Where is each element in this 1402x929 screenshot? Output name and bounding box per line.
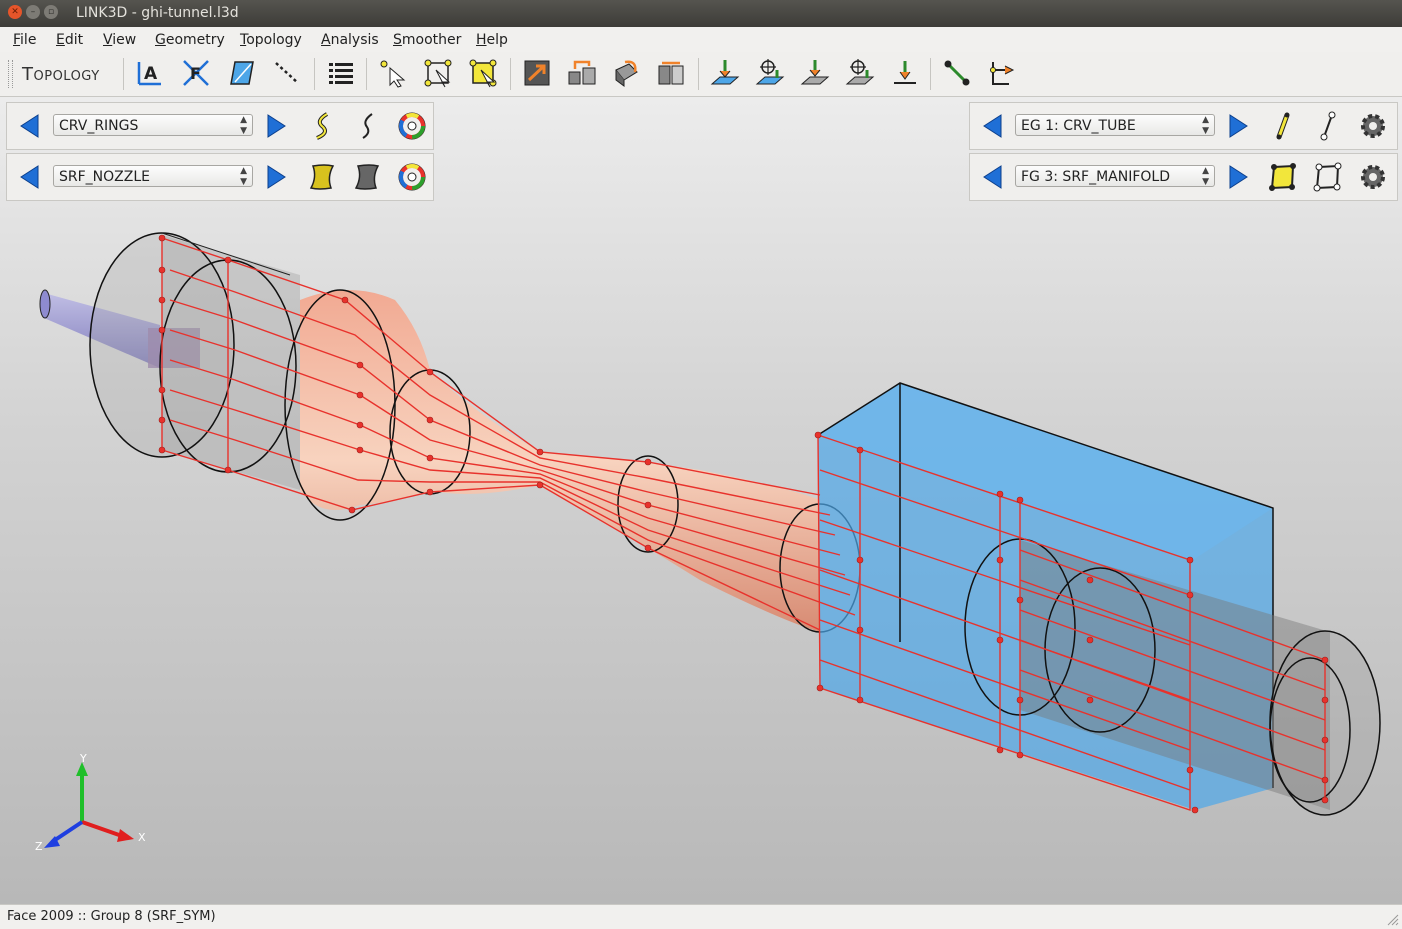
toolbar-grip[interactable] — [8, 60, 13, 88]
window-title: LINK3D - ghi-tunnel.l3d — [76, 5, 239, 21]
resize-grip-icon[interactable] — [1387, 914, 1399, 926]
prev-face-group-icon[interactable] — [978, 162, 1008, 192]
menu-file[interactable]: File — [13, 32, 36, 48]
menu-analysis[interactable]: Analysis — [321, 32, 379, 48]
menu-topology[interactable]: Topology — [240, 32, 302, 48]
axis-y-label: Y — [79, 752, 87, 765]
menu-smoother[interactable]: Smoother — [393, 32, 461, 48]
dropdown-arrow-icon[interactable]: ▲ ▼ — [240, 115, 247, 137]
close-window-button[interactable]: ✕ — [8, 5, 22, 19]
svg-text:F: F — [190, 64, 201, 83]
curve-yellow-icon[interactable] — [307, 111, 337, 141]
toolbar-label: Topology — [22, 64, 100, 85]
assign-a-icon[interactable]: A — [135, 58, 165, 88]
curve-black-icon[interactable] — [352, 111, 382, 141]
menu-edit[interactable]: Edit — [56, 32, 83, 48]
mirror-block-icon[interactable] — [656, 58, 686, 88]
next-edge-group-icon[interactable] — [1223, 111, 1253, 141]
maximize-window-button[interactable]: ▫ — [44, 5, 58, 19]
curve-select[interactable]: CRV_RINGS ▲ ▼ — [53, 114, 253, 136]
project-edge-icon[interactable] — [800, 58, 830, 88]
title-bar: ✕ – ▫ LINK3D - ghi-tunnel.l3d — [0, 0, 1402, 27]
select-faces-icon[interactable] — [468, 58, 498, 88]
axis-x-label: X — [138, 831, 146, 844]
curve-color-wheel-icon[interactable] — [397, 111, 427, 141]
edge-yellow-icon[interactable] — [1268, 111, 1298, 141]
select-point-icon[interactable] — [378, 58, 408, 88]
svg-text:A: A — [144, 64, 158, 84]
dashed-edge-icon[interactable] — [272, 58, 302, 88]
face-group-select[interactable]: FG 3: SRF_MANIFOLD ▲ ▼ — [1015, 165, 1215, 187]
axis-z-label: Z — [35, 840, 43, 853]
prev-curve-icon[interactable] — [15, 111, 45, 141]
menu-view[interactable]: View — [103, 32, 136, 48]
rotate-block-icon[interactable] — [611, 58, 641, 88]
face-yellow-icon[interactable] — [1268, 162, 1298, 192]
edge-group-select[interactable]: EG 1: CRV_TUBE ▲ ▼ — [1015, 114, 1215, 136]
export-face-icon[interactable] — [522, 58, 552, 88]
drop-to-plane-icon[interactable] — [890, 58, 920, 88]
select-edges-icon[interactable] — [423, 58, 453, 88]
face-plane-icon[interactable] — [227, 58, 257, 88]
surface-yellow-icon[interactable] — [307, 162, 337, 192]
surface-select[interactable]: SRF_NOZZLE ▲ ▼ — [53, 165, 253, 187]
prev-edge-group-icon[interactable] — [978, 111, 1008, 141]
link-nodes-icon[interactable] — [942, 58, 972, 88]
next-curve-icon[interactable] — [261, 111, 291, 141]
surface-grey-icon[interactable] — [352, 162, 382, 192]
curve-panel: CRV_RINGS ▲ ▼ — [6, 102, 434, 150]
dropdown-arrow-icon[interactable]: ▲ ▼ — [1202, 115, 1209, 137]
edge-black-icon[interactable] — [1313, 111, 1343, 141]
surface-color-wheel-icon[interactable] — [397, 162, 427, 192]
edge-group-panel: EG 1: CRV_TUBE ▲ ▼ — [969, 102, 1398, 150]
axis-triad: Y X Z — [35, 752, 146, 853]
minimize-window-button[interactable]: – — [26, 5, 40, 19]
face-outline-icon[interactable] — [1313, 162, 1343, 192]
face-group-panel: FG 3: SRF_MANIFOLD ▲ ▼ — [969, 153, 1398, 201]
split-edge-icon[interactable] — [987, 58, 1017, 88]
mesh-scene[interactable]: Y X Z — [0, 97, 1402, 904]
edge-settings-gear-icon[interactable] — [1358, 111, 1388, 141]
project-target-icon[interactable] — [755, 58, 785, 88]
extrude-block-icon[interactable] — [567, 58, 597, 88]
nozzle-surface[interactable] — [284, 289, 861, 633]
status-text: Face 2009 :: Group 8 (SRF_SYM) — [7, 909, 216, 924]
project-face-target-icon[interactable] — [845, 58, 875, 88]
menu-help[interactable]: Help — [476, 32, 508, 48]
next-face-group-icon[interactable] — [1223, 162, 1253, 192]
next-surface-icon[interactable] — [261, 162, 291, 192]
dropdown-arrow-icon[interactable]: ▲ ▼ — [240, 166, 247, 188]
menu-geometry[interactable]: Geometry — [155, 32, 225, 48]
menu-bar: File Edit View Geometry Topology Analysi… — [0, 27, 1402, 52]
list-icon[interactable] — [326, 58, 356, 88]
3d-viewport[interactable]: Y X Z CRV_RINGS ▲ ▼ SRF_NOZZLE ▲ ▼ EG 1: CRV… — [0, 97, 1402, 904]
dropdown-arrow-icon[interactable]: ▲ ▼ — [1202, 166, 1209, 188]
face-settings-gear-icon[interactable] — [1358, 162, 1388, 192]
project-node-icon[interactable] — [710, 58, 740, 88]
prev-surface-icon[interactable] — [15, 162, 45, 192]
assign-f-icon[interactable]: F — [181, 58, 211, 88]
surface-panel: SRF_NOZZLE ▲ ▼ — [6, 153, 434, 201]
status-bar: Face 2009 :: Group 8 (SRF_SYM) — [0, 904, 1402, 929]
